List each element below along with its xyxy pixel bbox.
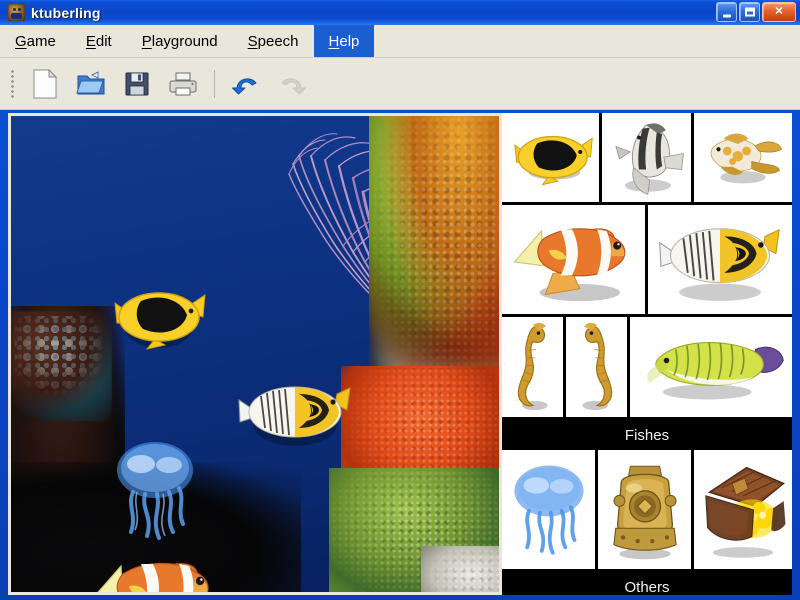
- palette-item-goldfish[interactable]: [694, 113, 792, 205]
- menu-bar: Game Edit Playground Speech Help: [0, 25, 800, 58]
- new-document-icon[interactable]: [22, 63, 68, 105]
- palette-item-striped-butterflyfish[interactable]: [648, 205, 792, 317]
- palette-section-label-fishes: Fishes: [502, 420, 792, 450]
- palette-item-yellow-tang[interactable]: [630, 317, 792, 420]
- palette-item-diving-helmet[interactable]: [598, 450, 694, 572]
- reef-wall-texture: [371, 116, 499, 378]
- palette-row: [502, 113, 792, 205]
- maximize-button[interactable]: [739, 2, 760, 22]
- palette-section-label-text: Fishes: [624, 426, 670, 444]
- coral-white-texture: [423, 548, 499, 592]
- menu-item-playground[interactable]: Playground: [127, 25, 233, 57]
- close-button[interactable]: ✕: [762, 2, 796, 22]
- placed-yellow-black-butterflyfish[interactable]: [107, 283, 207, 353]
- aquarium-playground[interactable]: [11, 116, 499, 592]
- toolbar-grip[interactable]: [11, 68, 14, 99]
- menu-item-help[interactable]: Help: [313, 25, 375, 57]
- window-title: ktuberling: [31, 4, 101, 21]
- redo-arrow-icon: [269, 63, 315, 105]
- palette-item-clownfish[interactable]: [502, 205, 648, 317]
- potato-head-icon: [8, 4, 25, 21]
- placed-clownfish[interactable]: [87, 548, 223, 592]
- minimize-button[interactable]: [716, 2, 737, 22]
- title-bar: ktuberling ✕: [0, 0, 800, 25]
- palette-row: [502, 317, 792, 420]
- palette-item-angelfish[interactable]: [602, 113, 694, 205]
- palette-item-seahorse-right[interactable]: [566, 317, 630, 420]
- palette-section-label-text: Others: [624, 578, 670, 596]
- palette-item-seahorse-left[interactable]: [502, 317, 566, 420]
- object-palette: Fishes Others: [502, 113, 792, 595]
- printer-icon[interactable]: [160, 63, 206, 105]
- menu-item-edit[interactable]: Edit: [71, 25, 127, 57]
- palette-row: [502, 205, 792, 317]
- undo-arrow-icon[interactable]: [223, 63, 269, 105]
- placed-striped-butterflyfish[interactable]: [237, 376, 353, 452]
- placed-jellyfish[interactable]: [111, 436, 199, 546]
- reef-rock-texture: [15, 316, 107, 396]
- palette-row: [502, 450, 792, 572]
- palette-section-label-others: Others: [502, 572, 792, 595]
- toolbar: [0, 58, 800, 110]
- toolbar-separator: [214, 69, 215, 98]
- playground-frame: [8, 113, 502, 595]
- menu-label-game: ame: [26, 32, 56, 50]
- menu-item-speech[interactable]: Speech: [233, 25, 314, 57]
- ktuberling-window: ktuberling ✕ Game Edit Playground Speech…: [0, 0, 800, 600]
- open-folder-icon[interactable]: [68, 63, 114, 105]
- save-disk-icon[interactable]: [114, 63, 160, 105]
- window-controls: ✕: [716, 2, 796, 22]
- palette-item-treasure-chest[interactable]: [694, 450, 792, 572]
- palette-item-yellow-black-butterflyfish[interactable]: [502, 113, 602, 205]
- menu-item-game[interactable]: Game: [0, 25, 71, 57]
- palette-item-jellyfish[interactable]: [502, 450, 598, 572]
